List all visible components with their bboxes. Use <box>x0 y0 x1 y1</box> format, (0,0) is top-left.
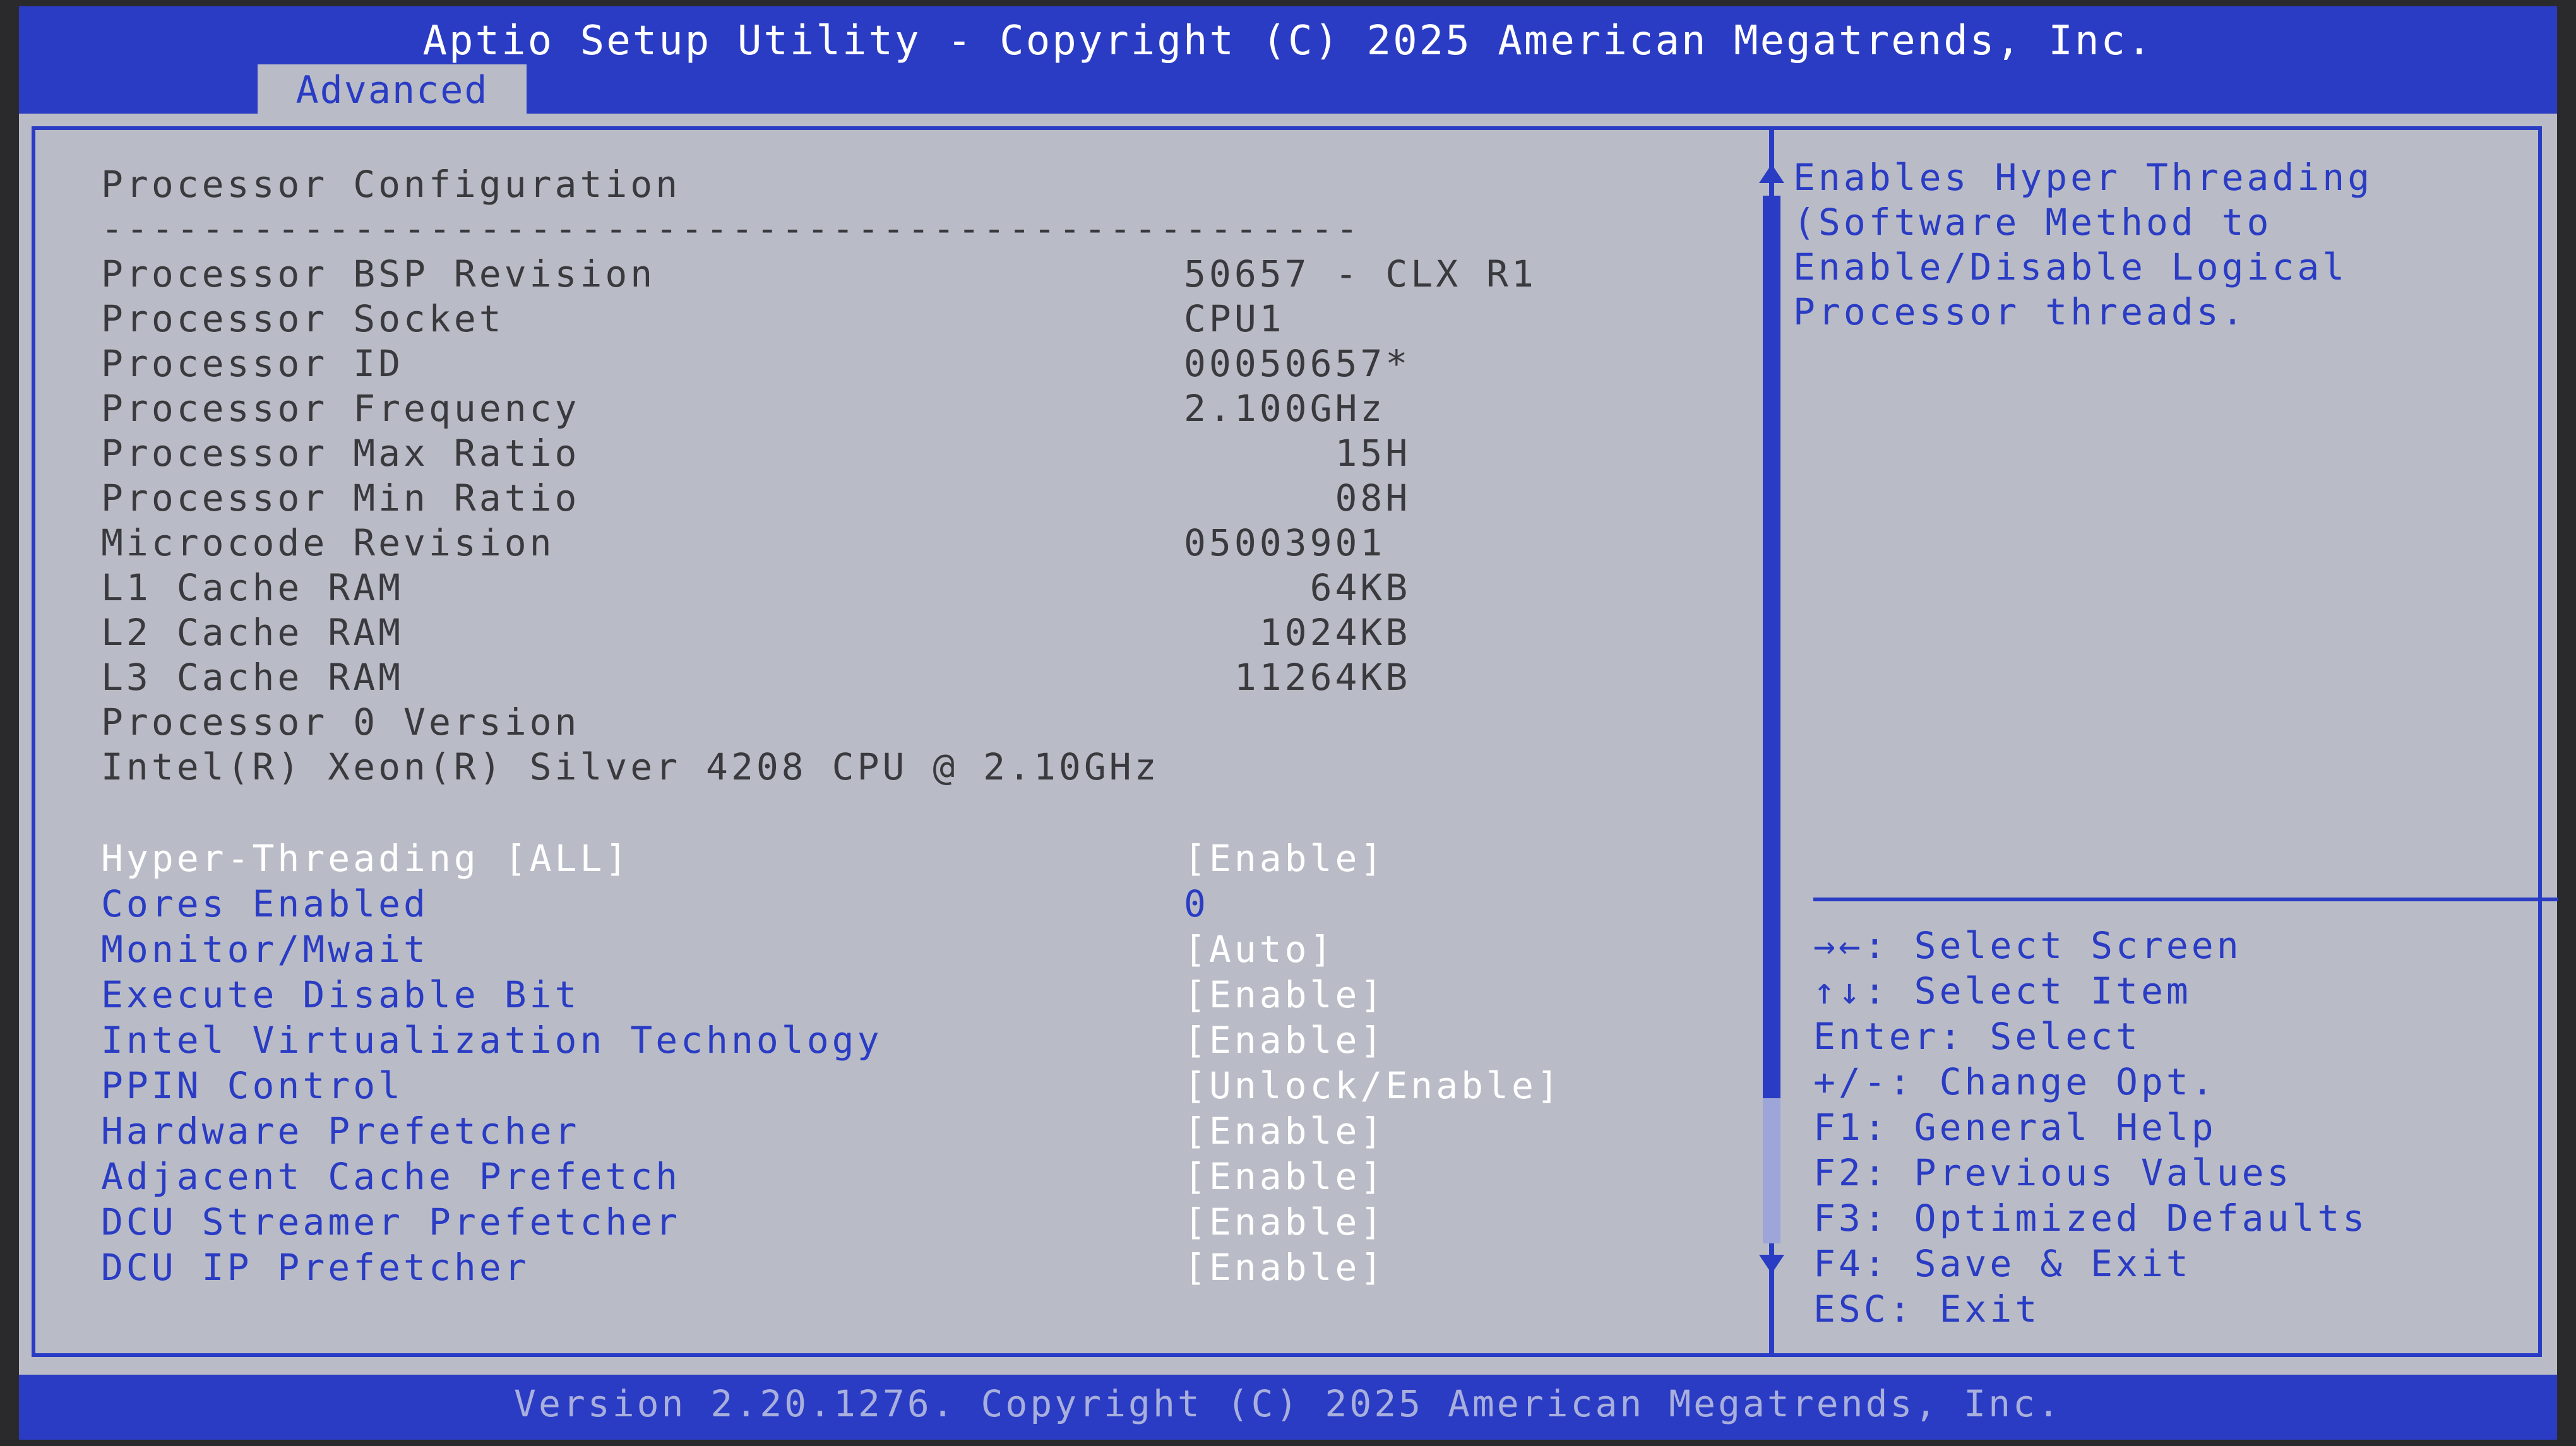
key-enter-select: Enter: Select <box>1813 1015 2141 1058</box>
key-legend: →←: Select Screen ↑↓: Select Item Enter:… <box>1813 923 2539 1332</box>
info-row-frequency: Processor Frequency 2.100GHz <box>101 387 1386 430</box>
tab-advanced[interactable]: Advanced <box>258 64 527 116</box>
option-adjacent-cache-prefetch[interactable]: Adjacent Cache Prefetch [Enable] <box>101 1154 1743 1199</box>
scroll-up-arrow-icon[interactable] <box>1759 164 1784 183</box>
info-row-processor-version: Processor 0 Version <box>101 701 580 744</box>
option-hyper-threading[interactable]: Hyper-Threading [ALL] [Enable] <box>101 836 1743 881</box>
option-monitor-mwait[interactable]: Monitor/Mwait [Auto] <box>101 927 1743 972</box>
app-title: Aptio Setup Utility - Copyright (C) 2025… <box>422 18 2154 64</box>
info-row-max-ratio: Processor Max Ratio 15H <box>101 432 1411 475</box>
version-text: Version 2.20.1276. Copyright (C) 2025 Am… <box>514 1382 2062 1425</box>
key-select-screen: →←: Select Screen <box>1813 924 2242 967</box>
option-intel-virtualization[interactable]: Intel Virtualization Technology [Enable] <box>101 1017 1743 1063</box>
key-esc-exit: ESC: Exit <box>1813 1288 2041 1330</box>
info-row-socket: Processor Socket CPU1 <box>101 297 1285 340</box>
key-general-help: F1: General Help <box>1813 1106 2217 1149</box>
option-cores-enabled[interactable]: Cores Enabled 0 <box>101 881 1743 927</box>
bios-screen: Aptio Setup Utility - Copyright (C) 2025… <box>19 6 2558 1440</box>
info-row-l1-cache: L1 Cache RAM 64KB <box>101 566 1411 609</box>
info-row-l3-cache: L3 Cache RAM 11264KB <box>101 656 1411 699</box>
option-ppin-control[interactable]: PPIN Control [Unlock/Enable] <box>101 1063 1743 1108</box>
section-title: Processor Configuration <box>101 163 681 206</box>
key-optimized-defaults: F3: Optimized Defaults <box>1813 1197 2368 1240</box>
key-change-opt: +/-: Change Opt. <box>1813 1060 2217 1103</box>
info-row-microcode: Microcode Revision 05003901 <box>101 521 1386 564</box>
info-row-min-ratio: Processor Min Ratio 08H <box>101 477 1411 519</box>
option-dcu-streamer-prefetcher[interactable]: DCU Streamer Prefetcher [Enable] <box>101 1199 1743 1245</box>
key-save-exit: F4: Save & Exit <box>1813 1242 2191 1285</box>
key-previous-values: F2: Previous Values <box>1813 1151 2293 1194</box>
option-dcu-ip-prefetcher[interactable]: DCU IP Prefetcher [Enable] <box>101 1245 1743 1290</box>
option-execute-disable-bit[interactable]: Execute Disable Bit [Enable] <box>101 972 1743 1017</box>
scroll-down-arrow-icon[interactable] <box>1759 1255 1784 1274</box>
key-select-item: ↑↓: Select Item <box>1813 969 2191 1012</box>
help-separator <box>1813 898 2558 901</box>
option-hardware-prefetcher[interactable]: Hardware Prefetcher [Enable] <box>101 1108 1743 1154</box>
help-line: Processor threads. <box>1793 290 2247 333</box>
section-separator: ----------------------------------------… <box>101 207 1361 250</box>
help-description: Enables Hyper Threading (Software Method… <box>1793 155 2519 335</box>
info-row-processor-id: Processor ID 00050657* <box>101 342 1411 385</box>
info-row-l2-cache: L2 Cache RAM 1024KB <box>101 611 1411 654</box>
help-line: Enables Hyper Threading <box>1793 156 2373 199</box>
help-line: Enable/Disable Logical <box>1793 246 2348 288</box>
info-row-bsp-revision: Processor BSP Revision 50657 - CLX R1 <box>101 252 1537 295</box>
help-line: (Software Method to <box>1793 201 2272 244</box>
scrollbar-thumb[interactable] <box>1763 196 1780 1098</box>
info-row-cpu-name: Intel(R) Xeon(R) Silver 4208 CPU @ 2.10G… <box>101 745 1160 788</box>
